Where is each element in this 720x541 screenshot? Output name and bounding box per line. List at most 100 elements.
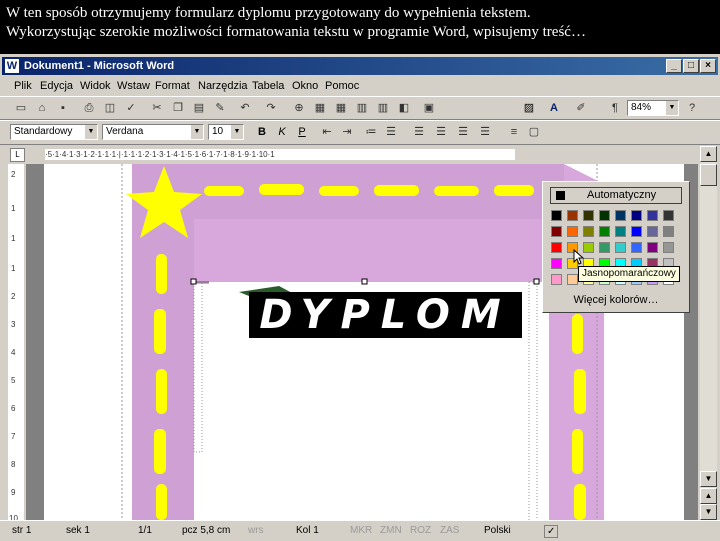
color-swatch[interactable] [583, 210, 594, 221]
color-swatch[interactable] [647, 242, 658, 253]
menu-widok[interactable]: Widok [80, 80, 111, 92]
show-hide-icon[interactable]: ¶ [606, 100, 624, 117]
spelling-icon[interactable]: ✓ [122, 100, 140, 117]
minimize-button[interactable]: _ [666, 59, 682, 73]
status-ovr[interactable]: ZAS [440, 525, 459, 536]
word-app-icon[interactable]: W [5, 59, 19, 73]
help-icon[interactable]: ? [683, 100, 701, 117]
scroll-thumb[interactable] [700, 164, 717, 186]
automatic-color-button[interactable]: Automatyczny [550, 187, 682, 204]
color-swatch[interactable] [567, 226, 578, 237]
print-icon[interactable]: ⎙ [80, 100, 98, 117]
increase-indent-icon[interactable]: ⇥ [338, 124, 356, 141]
redo-icon[interactable]: ↷ [262, 100, 280, 117]
insert-picture-icon[interactable]: ▨ [520, 100, 538, 117]
color-swatch[interactable] [615, 242, 626, 253]
drawing-icon[interactable]: ◧ [395, 100, 413, 117]
title-bar[interactable]: W Dokument1 - Microsoft Word _ □ × [2, 57, 718, 75]
open-folder-icon[interactable]: ⌂ [33, 100, 51, 117]
tab-selector-icon[interactable]: L [10, 148, 25, 162]
align-center-icon[interactable]: ☰ [432, 124, 450, 141]
font-select[interactable]: Verdana ▼ [102, 124, 204, 140]
menu-wstaw[interactable]: Wstaw [117, 80, 150, 92]
format-painter-icon[interactable]: ✎ [211, 100, 229, 117]
hyperlink-icon[interactable]: ⊕ [290, 100, 308, 117]
bullets-icon[interactable]: ☰ [382, 124, 400, 141]
bold-button[interactable]: B [253, 124, 271, 141]
vertical-ruler[interactable]: 2 1 1 1 2 3 4 5 6 7 8 9 10 [8, 164, 24, 529]
numbering-icon[interactable]: ≔ [362, 124, 380, 141]
menu-plik[interactable]: Plik [14, 80, 32, 92]
insert-table-icon[interactable]: ▦ [332, 100, 350, 117]
save-icon[interactable]: ▪ [54, 100, 72, 117]
menu-format[interactable]: Format [155, 80, 190, 92]
color-swatch[interactable] [567, 274, 578, 285]
previous-page-icon[interactable]: ▲ [700, 488, 717, 504]
color-swatch[interactable] [583, 226, 594, 237]
paste-icon[interactable]: ▤ [190, 100, 208, 117]
status-trk[interactable]: ZMN [380, 525, 402, 536]
horizontal-ruler[interactable]: L ·5·1·4·1·3·1·2·1·1·1·|·1·1·1·2·1·3·1·4… [0, 146, 545, 162]
italic-button[interactable]: K [273, 124, 291, 141]
color-swatch[interactable] [615, 226, 626, 237]
color-swatch[interactable] [615, 210, 626, 221]
justify-icon[interactable]: ☰ [476, 124, 494, 141]
menu-okno[interactable]: Okno [292, 80, 318, 92]
color-swatch[interactable] [647, 210, 658, 221]
menu-pomoc[interactable]: Pomoc [325, 80, 359, 92]
undo-icon[interactable]: ↶ [236, 100, 254, 117]
scroll-up-icon[interactable]: ▲ [700, 146, 717, 162]
zoom-select[interactable]: 84% ▼ [627, 100, 679, 116]
copy-icon[interactable]: ❐ [169, 100, 187, 117]
color-swatch[interactable] [663, 242, 674, 253]
color-swatch[interactable] [551, 258, 562, 269]
close-button[interactable]: × [700, 59, 716, 73]
vertical-scrollbar[interactable]: ▲ ▼ ▲ ▼ [700, 146, 717, 520]
font-size-select[interactable]: 10 ▼ [208, 124, 244, 140]
status-rec[interactable]: MKR [350, 525, 372, 536]
next-page-icon[interactable]: ▼ [700, 504, 717, 520]
color-swatch[interactable] [631, 226, 642, 237]
align-left-icon[interactable]: ☰ [410, 124, 428, 141]
chevron-down-icon[interactable]: ▼ [231, 125, 243, 139]
menu-tabela[interactable]: Tabela [252, 80, 284, 92]
color-swatch[interactable] [551, 274, 562, 285]
color-swatch[interactable] [599, 226, 610, 237]
font-color-icon[interactable]: A [545, 100, 563, 117]
color-swatch[interactable] [663, 226, 674, 237]
scroll-down-icon[interactable]: ▼ [700, 471, 717, 487]
decrease-indent-icon[interactable]: ⇤ [318, 124, 336, 141]
color-swatch[interactable] [551, 226, 562, 237]
dyplom-heading[interactable]: DYPLOM [249, 292, 522, 338]
columns-icon[interactable]: ▥ [374, 100, 392, 117]
line-spacing-icon[interactable]: ≡ [505, 124, 523, 141]
maximize-button[interactable]: □ [683, 59, 699, 73]
chevron-down-icon[interactable]: ▼ [666, 101, 678, 115]
color-swatch[interactable] [567, 210, 578, 221]
status-ext[interactable]: ROZ [410, 525, 431, 536]
more-colors-button[interactable]: Więcej kolorów… [550, 292, 682, 309]
color-swatch[interactable] [599, 242, 610, 253]
menu-narzedzia[interactable]: Narzędzia [198, 80, 248, 92]
color-swatch[interactable] [631, 210, 642, 221]
align-right-icon[interactable]: ☰ [454, 124, 472, 141]
menu-edycja[interactable]: Edycja [40, 80, 73, 92]
new-document-icon[interactable]: ▭ [12, 100, 30, 117]
chevron-down-icon[interactable]: ▼ [85, 125, 97, 139]
color-swatch[interactable] [631, 242, 642, 253]
color-swatch[interactable] [647, 226, 658, 237]
color-swatch[interactable] [551, 242, 562, 253]
tables-borders-icon[interactable]: ▦ [311, 100, 329, 117]
chevron-down-icon[interactable]: ▼ [191, 125, 203, 139]
color-swatch[interactable] [663, 210, 674, 221]
color-swatch[interactable] [599, 210, 610, 221]
color-swatch[interactable] [551, 210, 562, 221]
spelling-status-icon[interactable]: ✓ [544, 525, 559, 538]
border-icon[interactable]: ▢ [525, 124, 543, 141]
print-preview-icon[interactable]: ◫ [101, 100, 119, 117]
cut-icon[interactable]: ✂ [148, 100, 166, 117]
style-select[interactable]: Standardowy ▼ [10, 124, 98, 140]
insert-excel-icon[interactable]: ▥ [353, 100, 371, 117]
document-map-icon[interactable]: ▣ [420, 100, 438, 117]
highlight-icon[interactable]: ✐ [572, 100, 590, 117]
